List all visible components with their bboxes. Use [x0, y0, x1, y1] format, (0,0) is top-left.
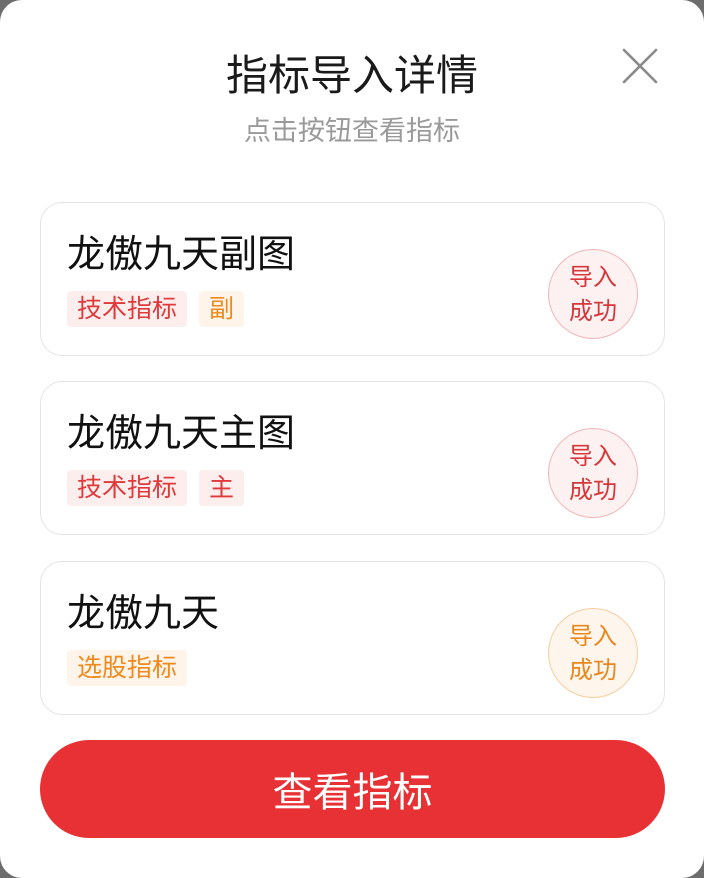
dialog-subtitle: 点击按钮查看指标: [244, 116, 460, 147]
status-line: 导入: [569, 622, 617, 650]
status-line: 导入: [569, 263, 617, 291]
status-line: 成功: [569, 297, 617, 325]
indicator-tags: 选股指标: [67, 650, 188, 686]
indicator-tag: 选股指标: [67, 650, 188, 686]
dialog-title: 指标导入详情: [225, 51, 478, 100]
status-line: 导入: [569, 442, 617, 470]
indicator-tag: 副: [199, 291, 245, 327]
indicator-card[interactable]: 龙傲九天副图 技术指标 副 导入 成功: [40, 202, 665, 356]
close-icon[interactable]: [618, 44, 662, 88]
import-status-badge: 导入 成功: [548, 608, 638, 698]
status-line: 成功: [569, 476, 617, 504]
view-indicators-button[interactable]: 查看指标: [40, 740, 665, 838]
indicator-tag: 主: [199, 470, 245, 506]
indicator-name: 龙傲九天: [67, 591, 220, 635]
indicator-name: 龙傲九天主图: [67, 411, 296, 455]
indicator-tag: 技术指标: [67, 470, 188, 506]
status-line: 成功: [569, 656, 617, 684]
indicator-name: 龙傲九天副图: [67, 232, 296, 276]
import-status-badge: 导入 成功: [548, 428, 638, 518]
indicator-card[interactable]: 龙傲九天 选股指标 导入 成功: [40, 561, 665, 715]
indicator-card[interactable]: 龙傲九天主图 技术指标 主 导入 成功: [40, 381, 665, 535]
indicator-tags: 技术指标 主: [67, 470, 245, 506]
indicator-tag: 技术指标: [67, 291, 188, 327]
import-detail-dialog: 指标导入详情 点击按钮查看指标 龙傲九天副图 技术指标 副 导入 成功 龙傲九天…: [0, 0, 704, 878]
import-status-badge: 导入 成功: [548, 249, 638, 339]
indicator-tags: 技术指标 副: [67, 291, 245, 327]
